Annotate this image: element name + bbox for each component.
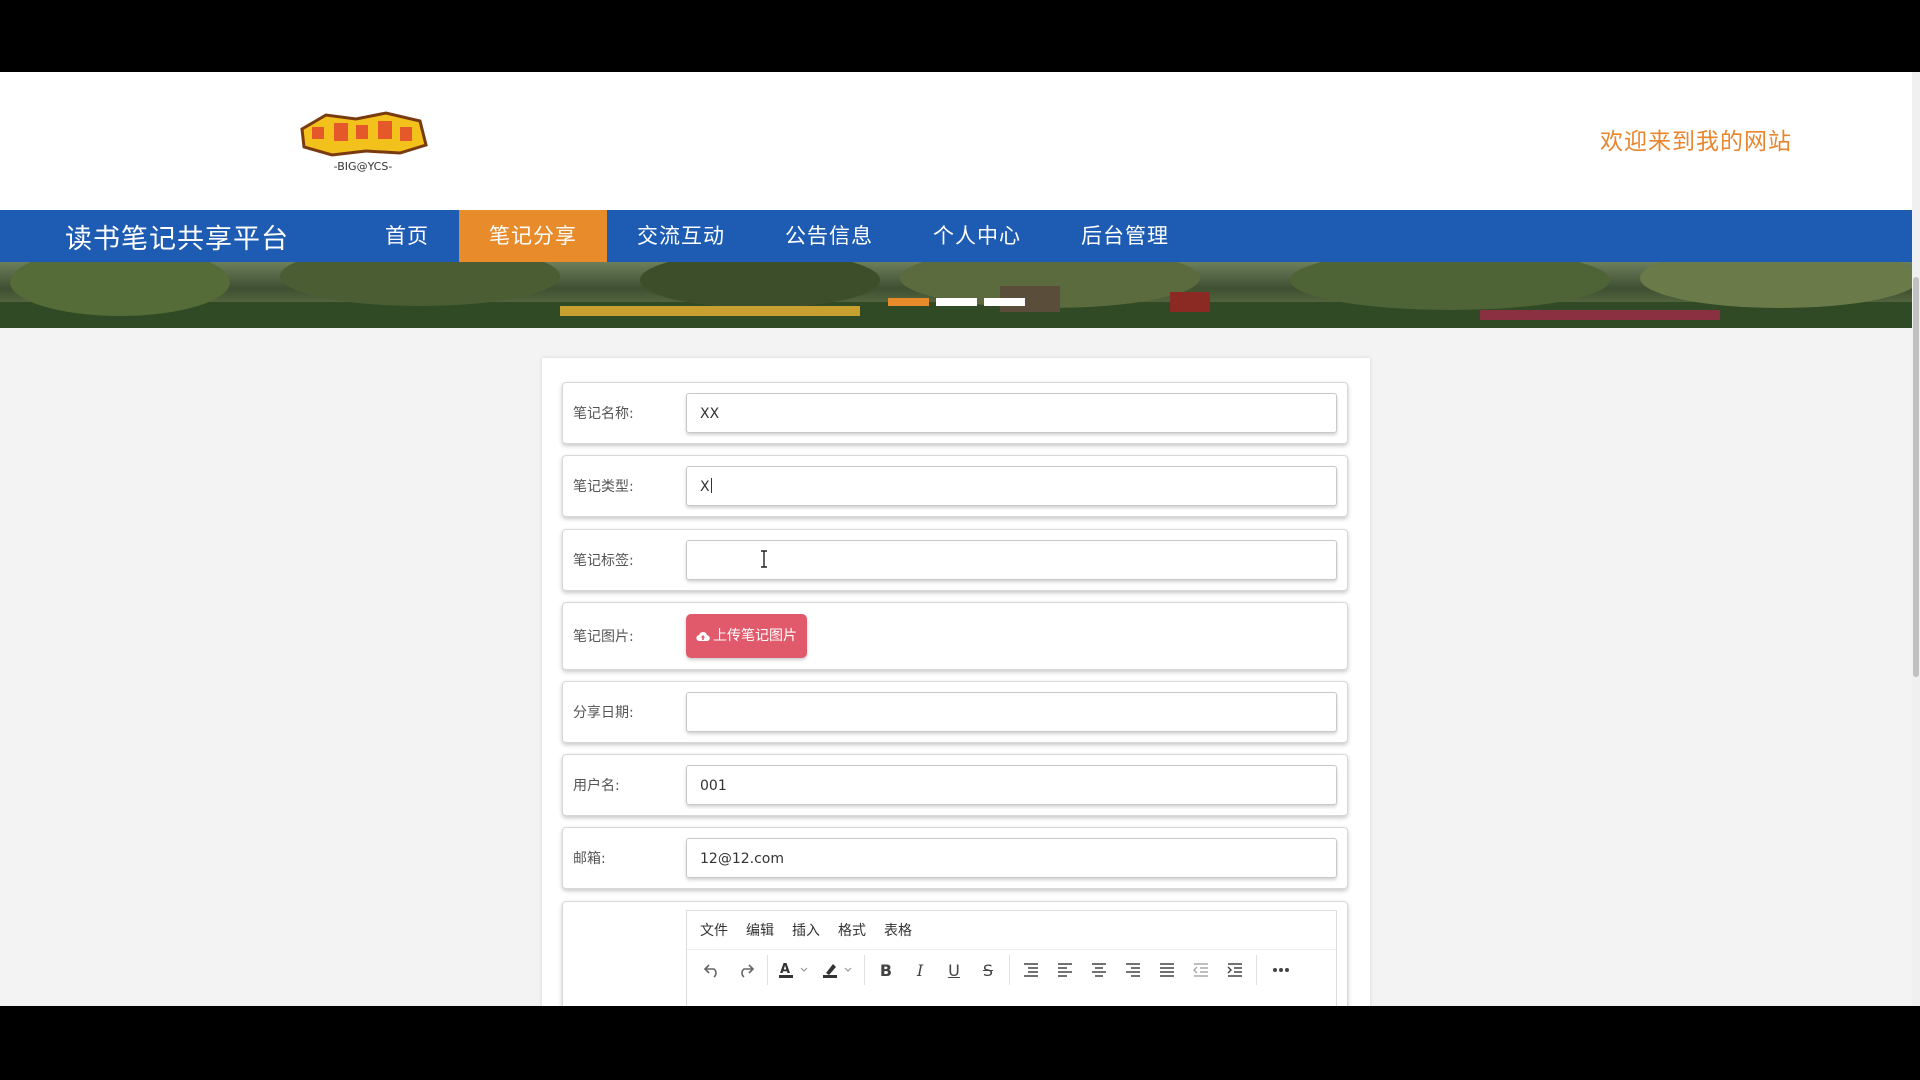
site-header: -BIG@YCS- 欢迎来到我的网站 (0, 72, 1912, 210)
form-row-note-image: 笔记图片: 上传笔记图片 (562, 602, 1348, 670)
cloud-upload-icon (696, 631, 710, 642)
nav-item-admin[interactable]: 后台管理 (1051, 210, 1199, 262)
site-brand[interactable]: 读书笔记共享平台 (65, 217, 355, 256)
more-icon[interactable] (1261, 954, 1301, 986)
form-row-share-date: 分享日期: (562, 681, 1348, 743)
note-image-label: 笔记图片: (573, 629, 634, 645)
bold-icon[interactable]: B (869, 954, 903, 986)
align-left-icon[interactable] (1048, 954, 1082, 986)
text-cursor-icon (761, 550, 767, 568)
page-scrollbar[interactable] (1912, 72, 1920, 1006)
email-input[interactable]: 12@12.com (686, 838, 1337, 878)
website: -BIG@YCS- 欢迎来到我的网站 读书笔记共享平台 首页 笔记分享 交流互动… (0, 72, 1912, 1006)
editor-menubar: 文件 编辑 插入 格式 表格 (687, 911, 1336, 950)
nav-item-interaction[interactable]: 交流互动 (607, 210, 755, 262)
username-label: 用户名: (573, 778, 620, 794)
form-row-username: 用户名: 001 (562, 754, 1348, 816)
svg-text:-BIG@YCS-: -BIG@YCS- (334, 160, 393, 173)
banner-carousel (0, 262, 1912, 328)
menu-file[interactable]: 文件 (700, 920, 728, 940)
svg-text:A: A (780, 962, 790, 977)
justify-icon[interactable] (1150, 954, 1184, 986)
note-type-label: 笔记类型: (573, 479, 634, 495)
toolbar-divider (1256, 955, 1257, 985)
note-tags-label: 笔记标签: (573, 553, 634, 569)
email-label: 邮箱: (573, 851, 606, 867)
share-date-label: 分享日期: (573, 705, 634, 721)
toolbar-divider (767, 955, 768, 985)
note-type-input[interactable]: X (686, 466, 1337, 506)
carousel-dot-2[interactable] (936, 298, 977, 306)
note-form-card: 笔记名称: XX 笔记类型: X 笔记标签: 笔记图片: 上传笔记图片 分享日期… (542, 358, 1370, 1006)
toolbar-divider (1009, 955, 1010, 985)
site-logo[interactable]: -BIG@YCS- (296, 107, 429, 177)
main-nav: 读书笔记共享平台 首页 笔记分享 交流互动 公告信息 个人中心 后台管理 (0, 210, 1912, 262)
indent-icon[interactable] (1218, 954, 1252, 986)
upload-button-label: 上传笔记图片 (713, 628, 797, 644)
nav-item-note-share[interactable]: 笔记分享 (459, 210, 607, 262)
text-color-icon[interactable]: A (772, 954, 816, 986)
redo-icon[interactable] (729, 954, 763, 986)
undo-icon[interactable] (695, 954, 729, 986)
editor-toolbar: A B I U S (687, 950, 1336, 990)
align-right-icon[interactable] (1116, 954, 1150, 986)
note-tags-input[interactable] (686, 540, 1337, 580)
nav-item-announcements[interactable]: 公告信息 (755, 210, 903, 262)
menu-insert[interactable]: 插入 (792, 920, 820, 940)
menu-format[interactable]: 格式 (838, 920, 866, 940)
highlight-icon[interactable] (816, 954, 860, 986)
menu-edit[interactable]: 编辑 (746, 920, 774, 940)
toolbar-divider (864, 955, 865, 985)
upload-note-image-button[interactable]: 上传笔记图片 (686, 614, 807, 658)
strikethrough-icon[interactable]: S (971, 954, 1005, 986)
note-name-label: 笔记名称: (573, 406, 634, 422)
form-row-note-type: 笔记类型: X (562, 455, 1348, 517)
scrollbar-thumb[interactable] (1913, 277, 1919, 677)
carousel-dot-1[interactable] (888, 298, 929, 306)
form-row-email: 邮箱: 12@12.com (562, 827, 1348, 889)
underline-icon[interactable]: U (937, 954, 971, 986)
form-row-note-name: 笔记名称: XX (562, 382, 1348, 444)
line-height-icon[interactable] (1014, 954, 1048, 986)
banner-image (0, 262, 1912, 328)
align-center-icon[interactable] (1082, 954, 1116, 986)
carousel-indicators (888, 298, 1025, 306)
username-input[interactable]: 001 (686, 765, 1337, 805)
note-name-input[interactable]: XX (686, 393, 1337, 433)
share-date-input[interactable] (686, 692, 1337, 732)
form-row-note-tags: 笔记标签: (562, 529, 1348, 591)
italic-icon[interactable]: I (903, 954, 937, 986)
nav-item-home[interactable]: 首页 (355, 210, 459, 262)
note-type-value: X (700, 479, 710, 495)
carousel-dot-3[interactable] (984, 298, 1025, 306)
outdent-icon[interactable] (1184, 954, 1218, 986)
menu-table[interactable]: 表格 (884, 920, 912, 940)
rich-text-editor[interactable]: 文件 编辑 插入 格式 表格 A B I U S (686, 910, 1337, 1006)
nav-item-personal-center[interactable]: 个人中心 (903, 210, 1051, 262)
text-caret (710, 478, 712, 493)
form-row-content-editor: 文件 编辑 插入 格式 表格 A B I U S (562, 901, 1348, 1006)
welcome-text: 欢迎来到我的网站 (1600, 129, 1792, 155)
